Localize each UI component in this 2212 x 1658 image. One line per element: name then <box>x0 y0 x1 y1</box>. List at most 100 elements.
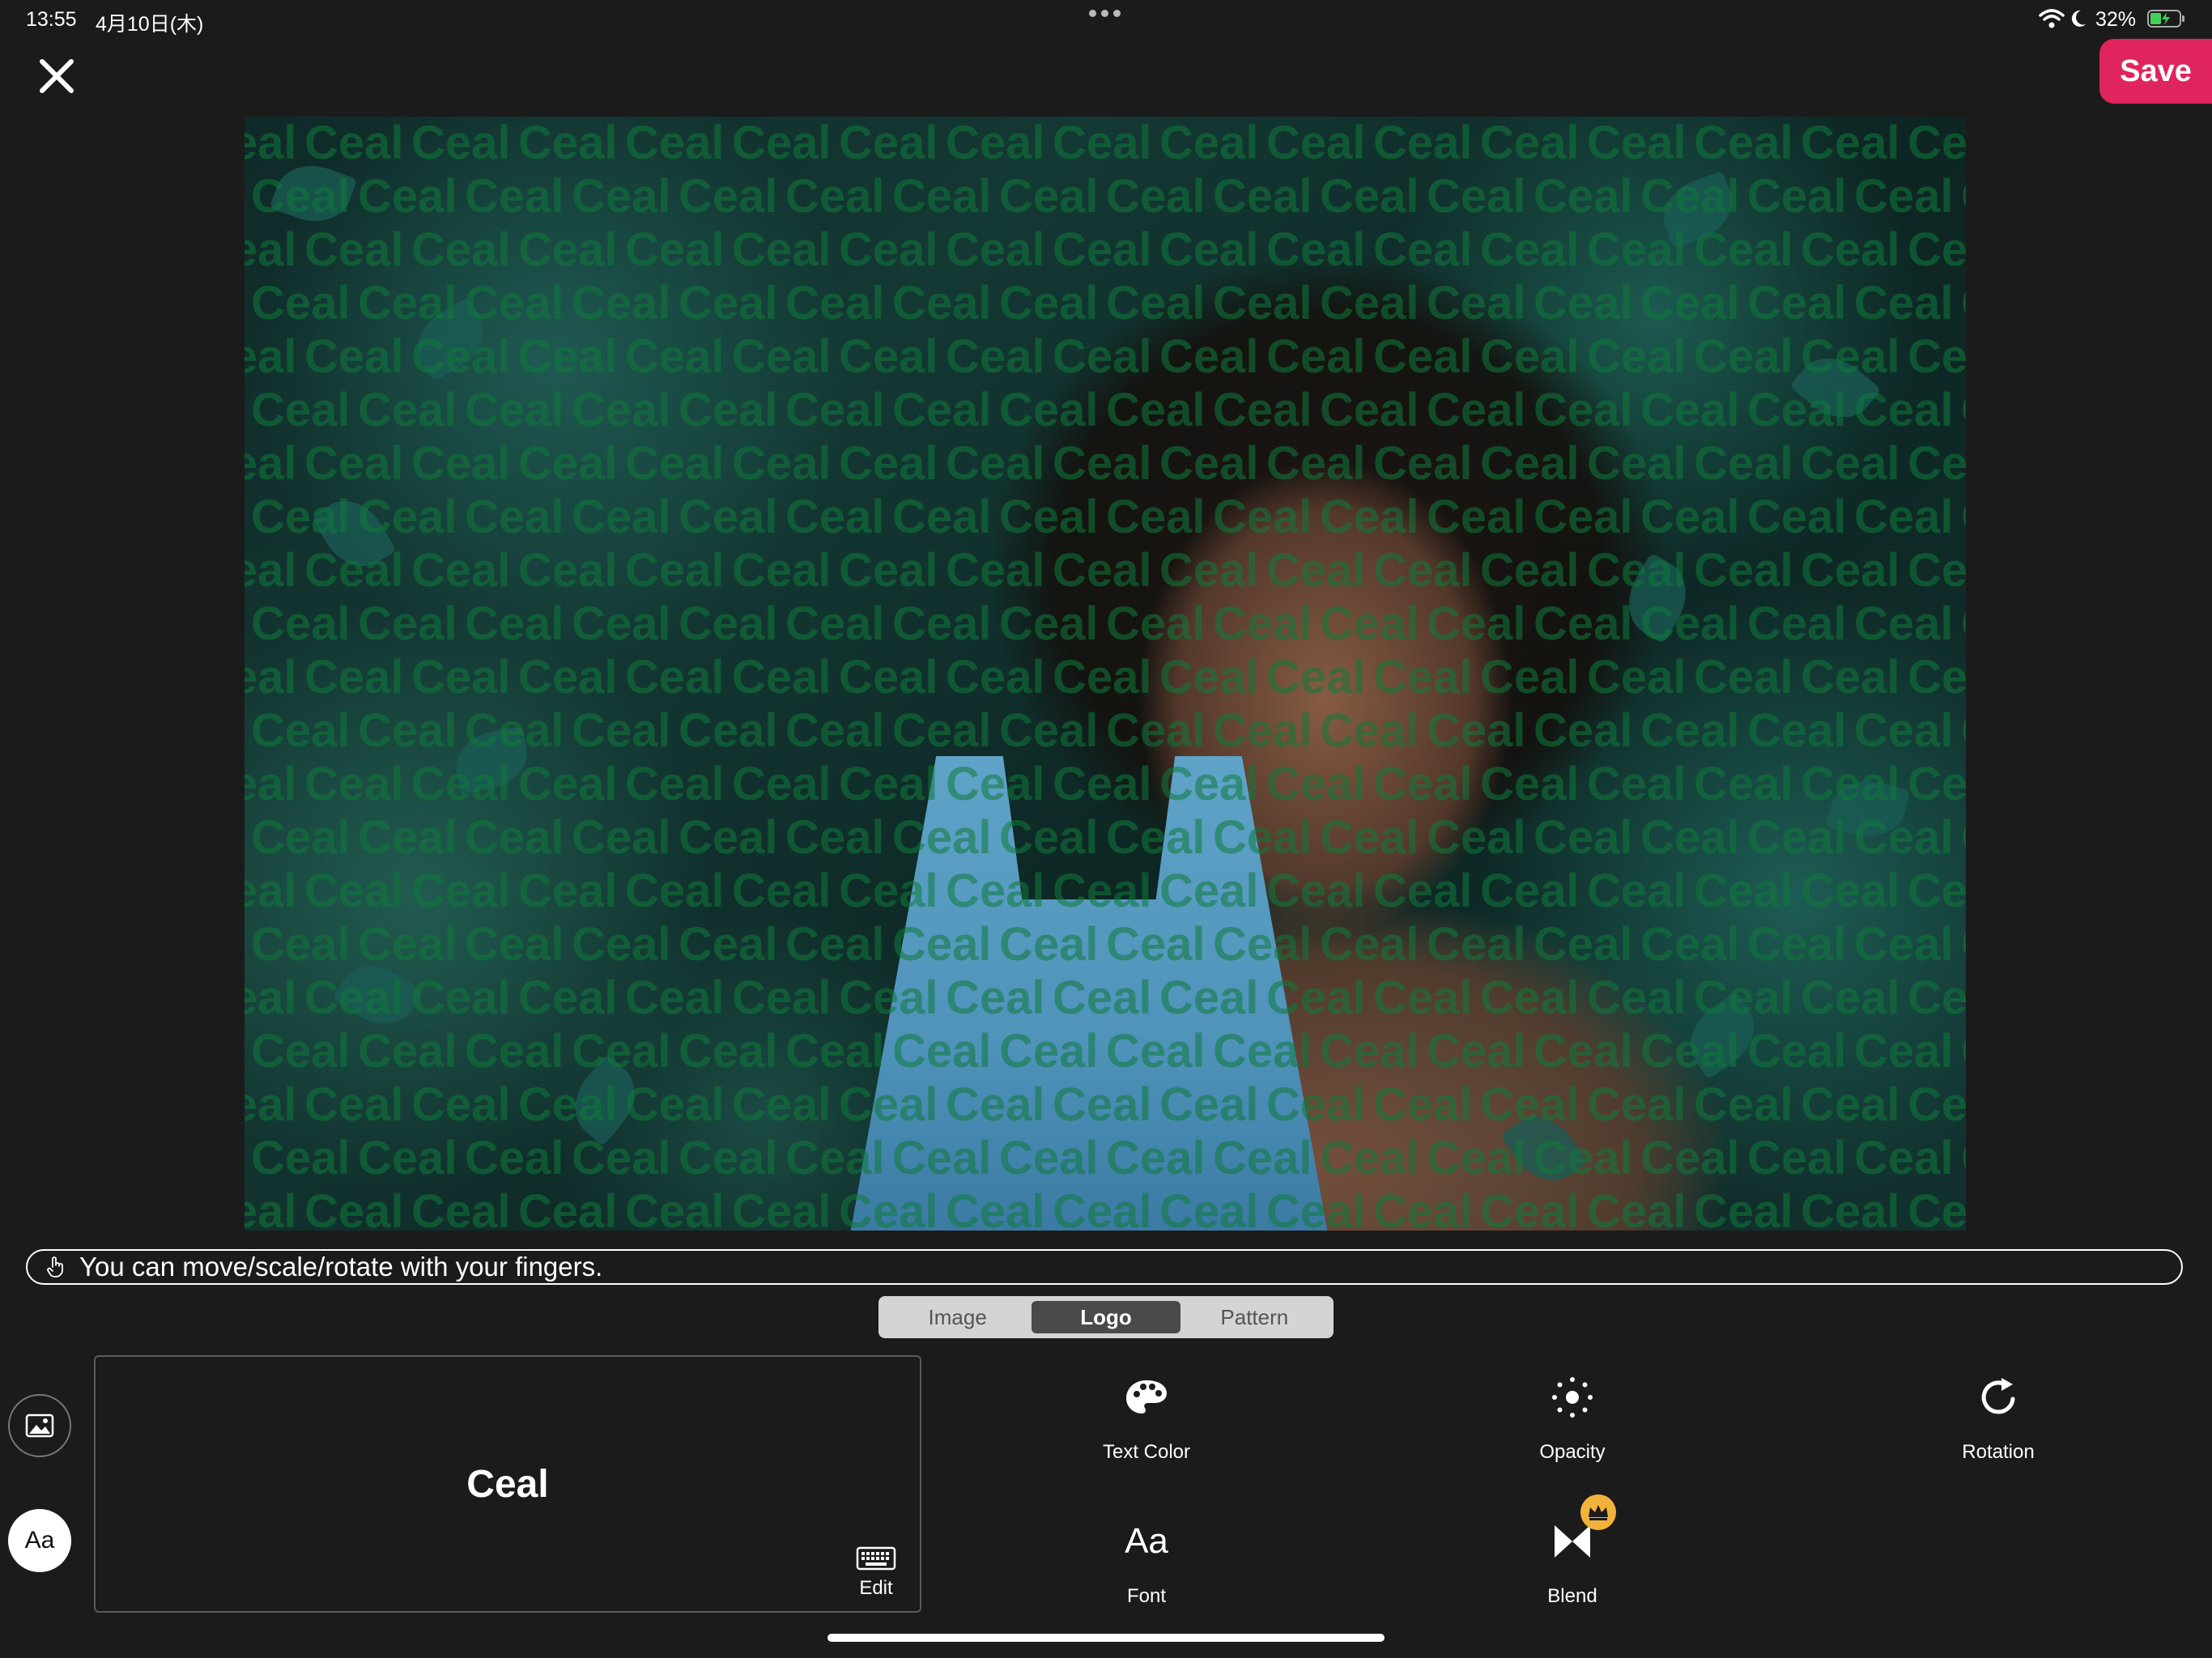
watermark-text: Ceal <box>1266 117 1366 169</box>
blend-tool[interactable]: Blend <box>1491 1494 1653 1608</box>
watermark-text: Ceal <box>358 597 457 650</box>
segment-pattern[interactable]: Pattern <box>1180 1301 1329 1333</box>
battery-icon <box>2147 10 2184 28</box>
watermark-text: Ceal <box>411 544 511 597</box>
rotation-tool[interactable]: Rotation <box>1917 1371 2079 1464</box>
watermark-text: Ceal <box>732 437 832 490</box>
watermark-text: Ceal <box>1908 1078 1966 1131</box>
opacity-tool[interactable]: Opacity <box>1491 1371 1653 1464</box>
photo-canvas[interactable]: CealCealCealCealCealCealCealCealCealCeal… <box>245 117 1966 1231</box>
watermark-text: Ceal <box>304 223 404 276</box>
watermark-text: Ceal <box>1373 865 1473 917</box>
watermark-text: Ceal <box>518 223 618 276</box>
font-icon: Aa <box>1125 1521 1168 1561</box>
watermark-text: Ceal <box>1480 544 1580 597</box>
watermark-text: Ceal <box>1373 651 1473 704</box>
opacity-label: Opacity <box>1539 1441 1606 1463</box>
watermark-text: Ceal <box>518 651 618 704</box>
watermark-text: Ceal <box>465 597 564 650</box>
watermark-text: Ceal <box>245 1185 297 1231</box>
gesture-hint-text: You can move/scale/rotate with your fing… <box>79 1252 603 1282</box>
edit-text-button[interactable]: Edit <box>852 1546 900 1600</box>
watermark-text: Ceal <box>732 971 832 1024</box>
watermark-text: Ceal <box>1694 758 1793 810</box>
image-icon <box>25 1414 54 1438</box>
segment-image[interactable]: Image <box>883 1301 1032 1333</box>
watermark-text: Ceal <box>625 544 725 597</box>
watermark-text: Ceal <box>245 437 297 490</box>
watermark-text: Ceal <box>625 223 725 276</box>
watermark-text: Ceal <box>1908 330 1966 383</box>
status-time: 13:55 <box>26 8 77 31</box>
segment-logo[interactable]: Logo <box>1032 1301 1180 1333</box>
watermark-text: Ceal <box>1159 117 1259 169</box>
watermark-text: Ceal <box>518 971 618 1024</box>
watermark-text: Ceal <box>625 1185 725 1231</box>
text-watermark-button[interactable]: Aa <box>8 1509 71 1572</box>
image-watermark-button[interactable] <box>8 1394 71 1457</box>
watermark-text: Ceal <box>1587 437 1687 490</box>
watermark-text: Ceal <box>1480 971 1580 1024</box>
close-icon[interactable] <box>34 53 79 99</box>
watermark-text: Ceal <box>465 1132 564 1184</box>
watermark-text: Ceal <box>572 597 671 650</box>
watermark-text: Ceal <box>1106 384 1206 436</box>
watermark-text: Ceal <box>1427 170 1526 223</box>
watermark-text: Ceal <box>1640 491 1740 543</box>
watermark-text: Ceal <box>625 1078 725 1131</box>
watermark-text: Ceal <box>1266 651 1366 704</box>
watermark-text: Ceal <box>625 651 725 704</box>
watermark-text: Ceal <box>1908 971 1966 1024</box>
watermark-text: Ceal <box>785 704 885 757</box>
watermark-text: Ceal <box>678 811 778 864</box>
watermark-text: Ceal <box>1694 1185 1793 1231</box>
watermark-text: Ceal <box>1373 117 1473 169</box>
font-tool[interactable]: Aa Font <box>1066 1516 1227 1608</box>
watermark-text: Ceal <box>1213 384 1312 436</box>
watermark-text: Ceal <box>1587 865 1687 917</box>
text-color-tool[interactable]: Text Color <box>1066 1371 1227 1464</box>
watermark-text: Ceal <box>1427 704 1526 757</box>
multitasking-dots-icon[interactable] <box>1089 10 1125 19</box>
watermark-text: Ceal <box>245 223 297 276</box>
watermark-text: Ceal <box>251 1132 351 1184</box>
watermark-text: Ceal <box>625 330 725 383</box>
watermark-text: Ceal <box>732 223 832 276</box>
watermark-text: Ceal <box>1053 117 1152 169</box>
watermark-text: Ceal <box>892 704 992 757</box>
watermark-text: Ceal <box>1320 170 1419 223</box>
watermark-text: Ceal <box>946 651 1045 704</box>
watermark-text: Ceal <box>1640 1132 1740 1184</box>
watermark-text: Ceal <box>465 170 564 223</box>
watermark-text: Ceal <box>518 544 618 597</box>
watermark-text: Ceal <box>785 170 885 223</box>
watermark-text: Ceal <box>1053 544 1152 597</box>
watermark-text: Ceal <box>1373 1185 1473 1231</box>
watermark-text: Ceal <box>1213 170 1312 223</box>
watermark-text: Ceal <box>892 277 992 329</box>
watermark-text: Ceal <box>1961 277 1966 329</box>
watermark-text: Ceal <box>732 1185 832 1231</box>
logo-text-panel[interactable]: Ceal Edit <box>94 1355 921 1613</box>
watermark-text: Ceal <box>1373 971 1473 1024</box>
watermark-text: Ceal <box>411 117 511 169</box>
watermark-text: Ceal <box>1961 597 1966 650</box>
watermark-text: Ceal <box>1213 704 1312 757</box>
watermark-text: Ceal <box>1159 223 1259 276</box>
watermark-text: Ceal <box>518 1185 618 1231</box>
watermark-text: Ceal <box>999 384 1099 436</box>
watermark-text: Ceal <box>1747 918 1847 971</box>
save-button[interactable]: Save <box>2099 39 2212 104</box>
watermark-text: Ceal <box>411 865 511 917</box>
watermark-text: Ceal <box>892 491 992 543</box>
watermark-text: Ceal <box>1854 491 1954 543</box>
watermark-text: Ceal <box>1213 491 1312 543</box>
watermark-text: Ceal <box>1587 1078 1687 1131</box>
watermark-text: Ceal <box>465 491 564 543</box>
blend-label: Blend <box>1547 1585 1597 1607</box>
watermark-text: Ceal <box>1961 918 1966 971</box>
watermark-text: Ceal <box>245 865 297 917</box>
watermark-text: Ceal <box>1159 437 1259 490</box>
watermark-text: Ceal <box>1961 384 1966 436</box>
watermark-text: Ceal <box>732 758 832 810</box>
